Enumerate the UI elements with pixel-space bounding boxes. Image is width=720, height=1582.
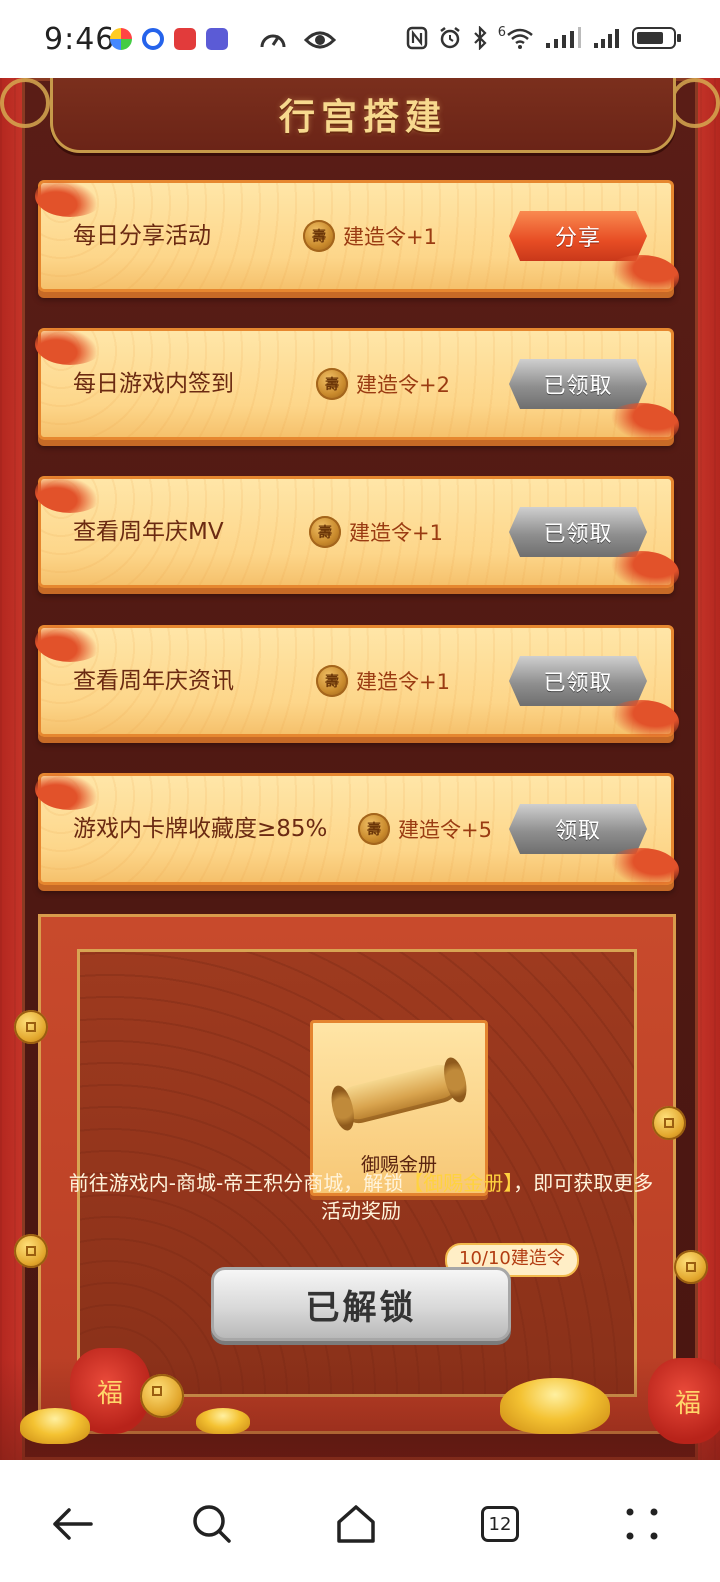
- circle-app-icon: [142, 28, 164, 50]
- search-icon: [193, 1505, 231, 1543]
- task-reward: 壽 建造令+5: [358, 776, 492, 882]
- task-reward: 壽 建造令+2: [316, 331, 450, 437]
- right-corner-ornament: [670, 78, 720, 128]
- golden-scroll-icon: [336, 1061, 462, 1127]
- search-button[interactable]: [182, 1494, 242, 1554]
- eye-icon: [304, 31, 336, 49]
- claimed-button[interactable]: 已领取: [509, 507, 647, 557]
- share-button[interactable]: 分享: [509, 211, 647, 261]
- lucky-bag-icon: 福: [648, 1358, 720, 1444]
- build-token-coin-icon: 壽: [358, 813, 390, 845]
- reward-label: 建造令+1: [349, 521, 443, 545]
- alarm-icon: [439, 27, 460, 49]
- task-reward: 壽 建造令+1: [316, 628, 450, 734]
- battery-fill: [637, 32, 663, 44]
- gold-coin-icon: [14, 1010, 48, 1044]
- reward-label: 建造令+1: [343, 225, 437, 249]
- tabs-icon: 12: [481, 1506, 519, 1542]
- desc-prefix: 前往游戏内-商城-帝王积分商城，解锁: [68, 1171, 404, 1195]
- task-reward: 壽 建造令+1: [303, 183, 437, 289]
- status-right: 6: [406, 25, 681, 50]
- wifi-icon: [507, 28, 533, 49]
- home-icon: [337, 1505, 375, 1543]
- red-app-icon: [174, 28, 196, 50]
- gold-coin-icon: [140, 1374, 184, 1418]
- speedometer-icon: [260, 34, 286, 48]
- menu-dots-icon: [626, 1508, 658, 1540]
- system-icons: [258, 27, 336, 53]
- task-row-collection: 游戏内卡牌收藏度≥85% 壽 建造令+5 领取: [35, 768, 679, 892]
- unlock-description: 前往游戏内-商城-帝王积分商城，解锁【御赐金册】，即可获取更多活动奖励: [61, 1169, 661, 1225]
- build-token-coin-icon: 壽: [316, 665, 348, 697]
- title-banner: 行宫搭建: [50, 78, 676, 153]
- claimed-button[interactable]: 已领取: [509, 359, 647, 409]
- signal-icon: [546, 27, 581, 48]
- reward-label: 建造令+1: [356, 670, 450, 694]
- bluetooth-icon: [473, 26, 487, 50]
- task-name: 每日分享活动: [73, 223, 211, 249]
- claimed-button[interactable]: 已领取: [509, 656, 647, 706]
- reward-label: 建造令+5: [398, 818, 492, 842]
- desc-highlight: 【御赐金册】: [403, 1171, 514, 1195]
- gold-ingot-icon: [500, 1378, 610, 1434]
- home-button[interactable]: [326, 1494, 386, 1554]
- build-token-coin-icon: 壽: [303, 220, 335, 252]
- tabs-button[interactable]: 12: [470, 1494, 530, 1554]
- clock: 9:46: [44, 22, 116, 57]
- build-token-coin-icon: 壽: [309, 516, 341, 548]
- task-row-mv: 查看周年庆MV 壽 建造令+1 已领取: [35, 471, 679, 595]
- signal-icon: [594, 29, 619, 48]
- gold-coin-icon: [674, 1250, 708, 1284]
- gold-ingot-icon: [196, 1408, 250, 1434]
- task-reward: 壽 建造令+1: [309, 479, 443, 585]
- activity-page: 行宫搭建 每日分享活动 壽 建造令+1 分享 每日游戏内签到 壽 建造令+2 已…: [0, 78, 720, 1460]
- task-row-news: 查看周年庆资讯 壽 建造令+1 已领取: [35, 620, 679, 744]
- wifi-6-label: 6: [497, 25, 506, 40]
- gold-ingot-icon: [20, 1408, 90, 1444]
- gold-coin-icon: [652, 1106, 686, 1140]
- tie-app-icon: [206, 28, 228, 50]
- task-name: 查看周年庆资讯: [73, 668, 234, 694]
- task-name: 游戏内卡牌收藏度≥85%: [73, 816, 328, 842]
- task-name: 查看周年庆MV: [73, 519, 224, 545]
- page-title: 行宫搭建: [278, 97, 447, 138]
- notification-icons: [110, 28, 228, 50]
- reward-label: 建造令+2: [356, 373, 450, 397]
- gold-coin-icon: [14, 1234, 48, 1268]
- task-name: 每日游戏内签到: [73, 371, 234, 397]
- claim-button[interactable]: 领取: [509, 804, 647, 854]
- left-corner-ornament: [0, 78, 50, 128]
- status-bar: 9:46 6: [0, 0, 720, 78]
- unlocked-button[interactable]: 已解锁: [211, 1267, 511, 1341]
- build-token-coin-icon: 壽: [316, 368, 348, 400]
- nfc-icon: [406, 26, 427, 50]
- task-row-share: 每日分享活动 壽 建造令+1 分享: [35, 175, 679, 299]
- battery-icon: [632, 27, 681, 49]
- task-row-checkin: 每日游戏内签到 壽 建造令+2 已领取: [35, 323, 679, 447]
- browser-nav-bar: 12: [0, 1460, 720, 1582]
- back-button[interactable]: [42, 1494, 102, 1554]
- back-arrow-icon: [53, 1508, 93, 1540]
- menu-button[interactable]: [612, 1494, 672, 1554]
- color-wheel-icon: [110, 28, 132, 50]
